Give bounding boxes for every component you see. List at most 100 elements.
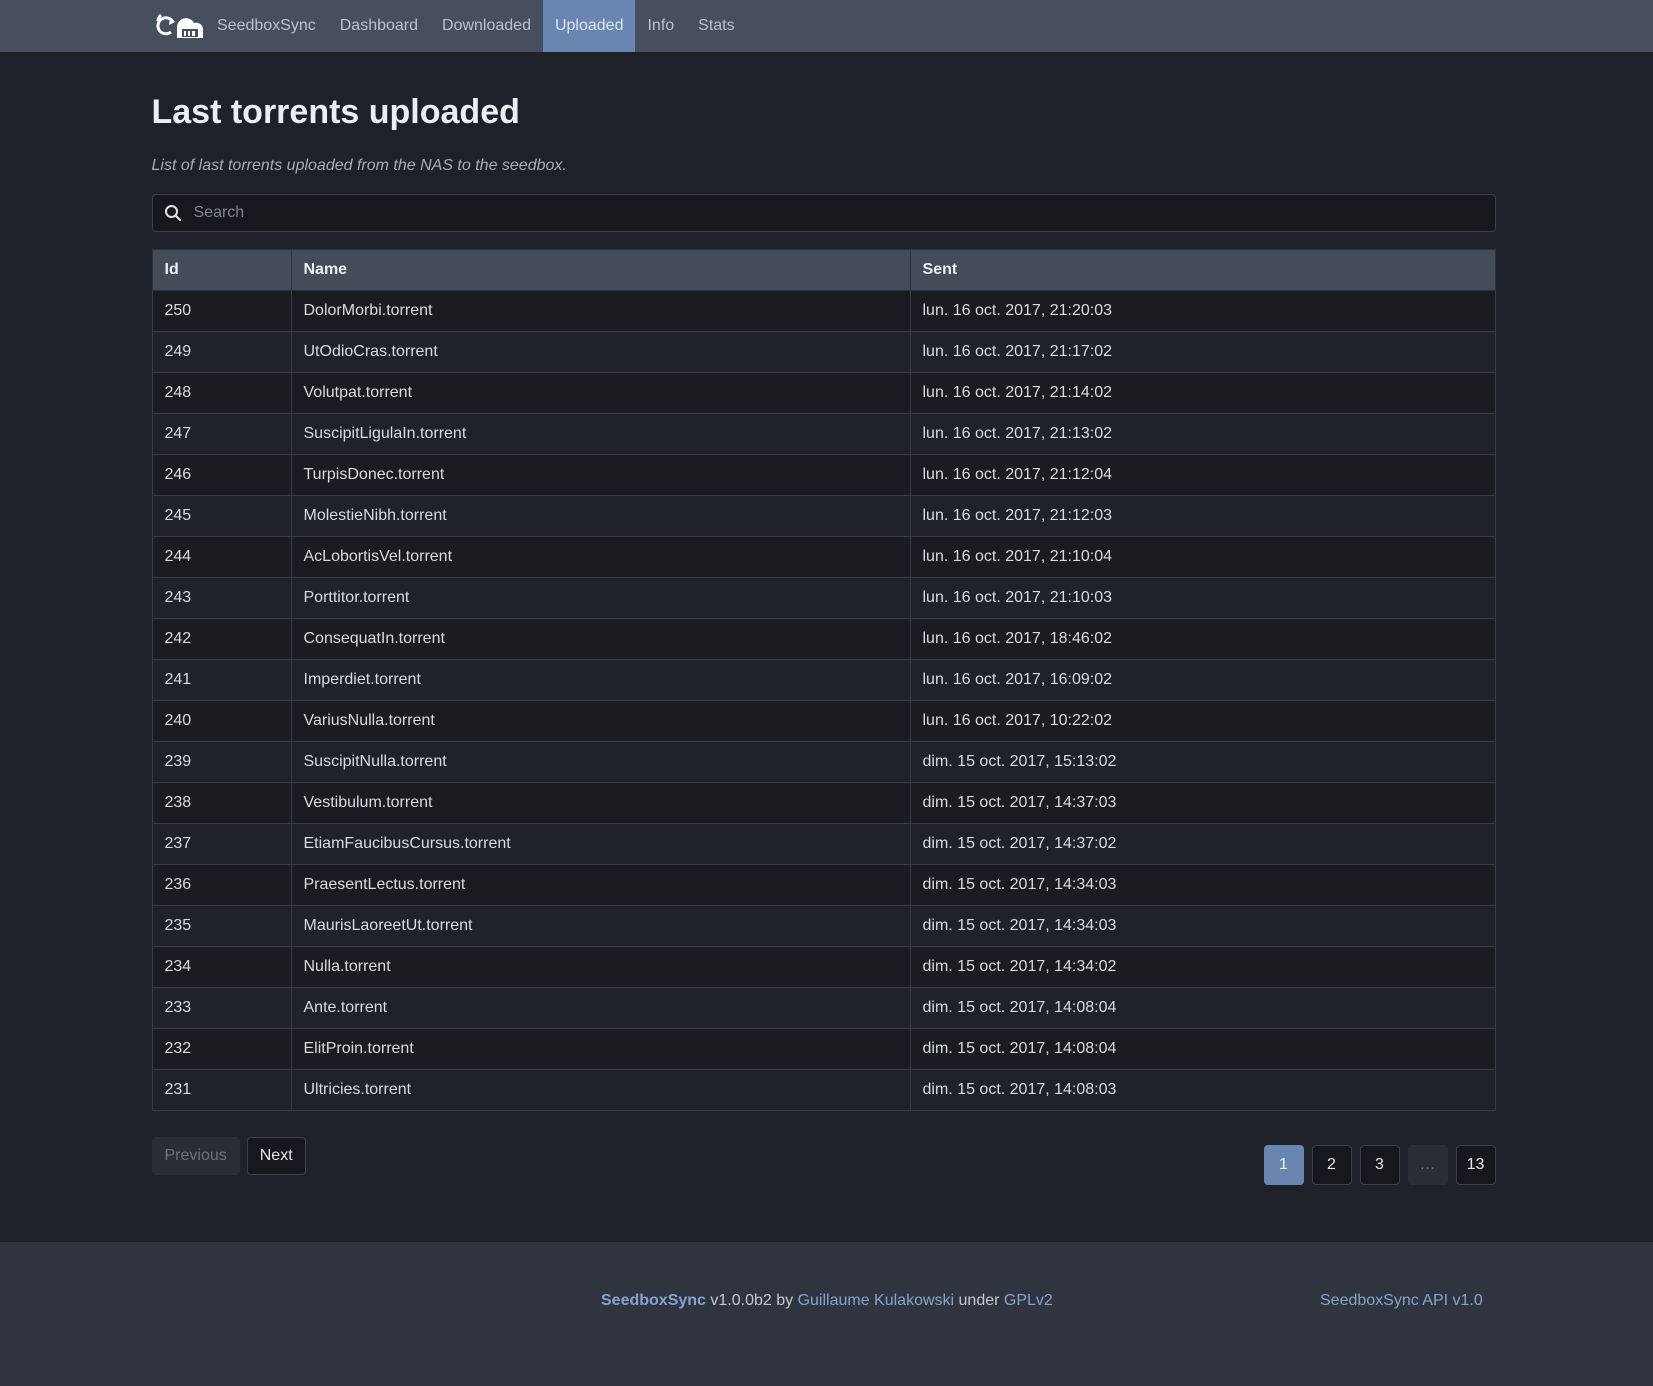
table-row: 245 MolestieNibh.torrent lun. 16 oct. 2017…: [151, 495, 1496, 538]
cell-name: ElitProin.torrent: [290, 1028, 911, 1071]
page-button-2[interactable]: 2: [1311, 1145, 1352, 1186]
cell-sent: lun. 16 oct. 2017, 21:10:04: [909, 536, 1496, 579]
next-button[interactable]: Next: [246, 1137, 306, 1176]
cell-id: 243: [151, 577, 292, 620]
cell-id: 233: [151, 987, 292, 1030]
brand-link[interactable]: SeedboxSync: [155, 0, 316, 52]
main-content: Last torrents uploaded List of last torr…: [151, 93, 1496, 1186]
table-row: 235 MaurisLaoreetUt.torrent dim. 15 oct. 2…: [151, 905, 1496, 948]
footer-author-link[interactable]: Guillaume Kulakowski: [798, 1292, 955, 1309]
table-row: 240 VariusNulla.torrent lun. 16 oct. 2017,…: [151, 700, 1496, 743]
cell-name: SuscipitLigulaIn.torrent: [290, 413, 911, 456]
uploads-table: Id Name Sent 250 DolorMorbi.torrent lun. 1…: [151, 249, 1496, 1112]
cell-id: 240: [151, 700, 292, 743]
cell-id: 238: [151, 782, 292, 825]
cell-sent: dim. 15 oct. 2017, 14:34:02: [909, 946, 1496, 989]
table-row: 233 Ante.torrent dim. 15 oct. 2017, 14:08:…: [151, 987, 1496, 1030]
nav-item-downloaded[interactable]: Downloaded: [430, 0, 543, 52]
previous-button[interactable]: Previous: [151, 1137, 240, 1176]
page-subtitle: List of last torrents uploaded from the …: [151, 157, 567, 175]
cell-name: SuscipitNulla.torrent: [290, 741, 911, 784]
page-button-1[interactable]: 1: [1263, 1145, 1304, 1186]
cell-name: Vestibulum.torrent: [290, 782, 911, 825]
footer: SeedboxSync v1.0.0b2 by Guillaume Kulako…: [0, 1242, 1653, 1386]
table-row: 238 Vestibulum.torrent dim. 15 oct. 2017, …: [151, 782, 1496, 825]
cell-id: 247: [151, 413, 292, 456]
brand-name: SeedboxSync: [217, 17, 316, 34]
cell-id: 250: [151, 290, 292, 333]
top-navbar: SeedboxSync Dashboard Downloaded Uploade…: [0, 0, 1653, 52]
table-header-row: Id Name Sent: [151, 249, 1496, 292]
cell-sent: dim. 15 oct. 2017, 15:13:02: [909, 741, 1496, 784]
table-row: 231 Ultricies.torrent dim. 15 oct. 2017, 1…: [151, 1069, 1496, 1112]
cell-sent: lun. 16 oct. 2017, 21:12:04: [909, 454, 1496, 497]
cell-name: Imperdiet.torrent: [290, 659, 911, 702]
nav-item-uploaded[interactable]: Uploaded: [542, 0, 636, 52]
footer-app-link[interactable]: SeedboxSync: [601, 1292, 706, 1309]
cell-id: 249: [151, 331, 292, 374]
cell-sent: lun. 16 oct. 2017, 21:14:02: [909, 372, 1496, 415]
cell-name: TurpisDonec.torrent: [290, 454, 911, 497]
table-row: 243 Porttitor.torrent lun. 16 oct. 2017, 2…: [151, 577, 1496, 620]
cell-sent: dim. 15 oct. 2017, 14:34:03: [909, 905, 1496, 948]
column-header-name[interactable]: Name: [290, 249, 911, 292]
cell-name: VariusNulla.torrent: [290, 700, 911, 743]
table-row: 237 EtiamFaucibusCursus.torrent dim. 15 oc…: [151, 823, 1496, 866]
cell-name: Volutpat.torrent: [290, 372, 911, 415]
cell-sent: dim. 15 oct. 2017, 14:37:03: [909, 782, 1496, 825]
table-row: 234 Nulla.torrent dim. 15 oct. 2017, 14:34…: [151, 946, 1496, 989]
footer-license-link[interactable]: GPLv2: [1004, 1292, 1053, 1309]
table-row: 239 SuscipitNulla.torrent dim. 15 oct. 201…: [151, 741, 1496, 784]
footer-version: v1.0.0b2 by: [705, 1292, 798, 1309]
cell-name: UtOdioCras.torrent: [290, 331, 911, 374]
cell-id: 242: [151, 618, 292, 661]
table-body: 250 DolorMorbi.torrent lun. 16 oct. 2017, …: [151, 290, 1496, 1112]
cell-name: Ultricies.torrent: [290, 1069, 911, 1112]
footer-credits: SeedboxSync v1.0.0b2 by Guillaume Kulako…: [601, 1292, 1053, 1310]
cell-sent: lun. 16 oct. 2017, 21:10:03: [909, 577, 1496, 620]
table-row: 250 DolorMorbi.torrent lun. 16 oct. 2017, …: [151, 290, 1496, 333]
column-header-id[interactable]: Id: [151, 249, 292, 292]
nav-item-dashboard[interactable]: Dashboard: [328, 0, 430, 52]
cell-id: 232: [151, 1028, 292, 1071]
cell-sent: lun. 16 oct. 2017, 18:46:02: [909, 618, 1496, 661]
cell-id: 245: [151, 495, 292, 538]
cell-id: 239: [151, 741, 292, 784]
table-row: 248 Volutpat.torrent lun. 16 oct. 2017, 21…: [151, 372, 1496, 415]
search-box: [151, 194, 1496, 233]
page-button-13[interactable]: 13: [1455, 1145, 1496, 1186]
table-row: 249 UtOdioCras.torrent lun. 16 oct. 2017, …: [151, 331, 1496, 374]
cell-sent: lun. 16 oct. 2017, 21:20:03: [909, 290, 1496, 333]
cell-id: 241: [151, 659, 292, 702]
nav-item-info[interactable]: Info: [635, 0, 686, 52]
table-row: 242 ConsequatIn.torrent lun. 16 oct. 2017,…: [151, 618, 1496, 661]
cloud-sync-icon: [156, 13, 204, 38]
cell-id: 244: [151, 536, 292, 579]
pagination-bar: Previous Next 1 2 3 … 13: [151, 1137, 1496, 1186]
cell-name: MaurisLaoreetUt.torrent: [290, 905, 911, 948]
table-row: 236 PraesentLectus.torrent dim. 15 oct. 20…: [151, 864, 1496, 907]
cell-id: 231: [151, 1069, 292, 1112]
cell-sent: dim. 15 oct. 2017, 14:37:02: [909, 823, 1496, 866]
cell-id: 234: [151, 946, 292, 989]
page-list: 1 2 3 … 13: [1256, 1145, 1496, 1186]
cell-sent: lun. 16 oct. 2017, 16:09:02: [909, 659, 1496, 702]
table-row: 246 TurpisDonec.torrent lun. 16 oct. 2017,…: [151, 454, 1496, 497]
footer-api-link[interactable]: SeedboxSync API v1.0: [1320, 1292, 1483, 1310]
cell-name: DolorMorbi.torrent: [290, 290, 911, 333]
table-row: 244 AcLobortisVel.torrent lun. 16 oct. 201…: [151, 536, 1496, 579]
cell-name: AcLobortisVel.torrent: [290, 536, 911, 579]
page-title: Last torrents uploaded: [151, 93, 520, 131]
search-input[interactable]: [191, 203, 1495, 224]
cell-sent: dim. 15 oct. 2017, 14:34:03: [909, 864, 1496, 907]
cell-id: 236: [151, 864, 292, 907]
cell-id: 235: [151, 905, 292, 948]
page-button-3[interactable]: 3: [1359, 1145, 1400, 1186]
nav-item-stats[interactable]: Stats: [686, 0, 746, 52]
cell-name: PraesentLectus.torrent: [290, 864, 911, 907]
cell-name: EtiamFaucibusCursus.torrent: [290, 823, 911, 866]
cell-sent: dim. 15 oct. 2017, 14:08:04: [909, 987, 1496, 1030]
cell-name: MolestieNibh.torrent: [290, 495, 911, 538]
cell-name: Nulla.torrent: [290, 946, 911, 989]
column-header-sent[interactable]: Sent: [909, 249, 1496, 292]
